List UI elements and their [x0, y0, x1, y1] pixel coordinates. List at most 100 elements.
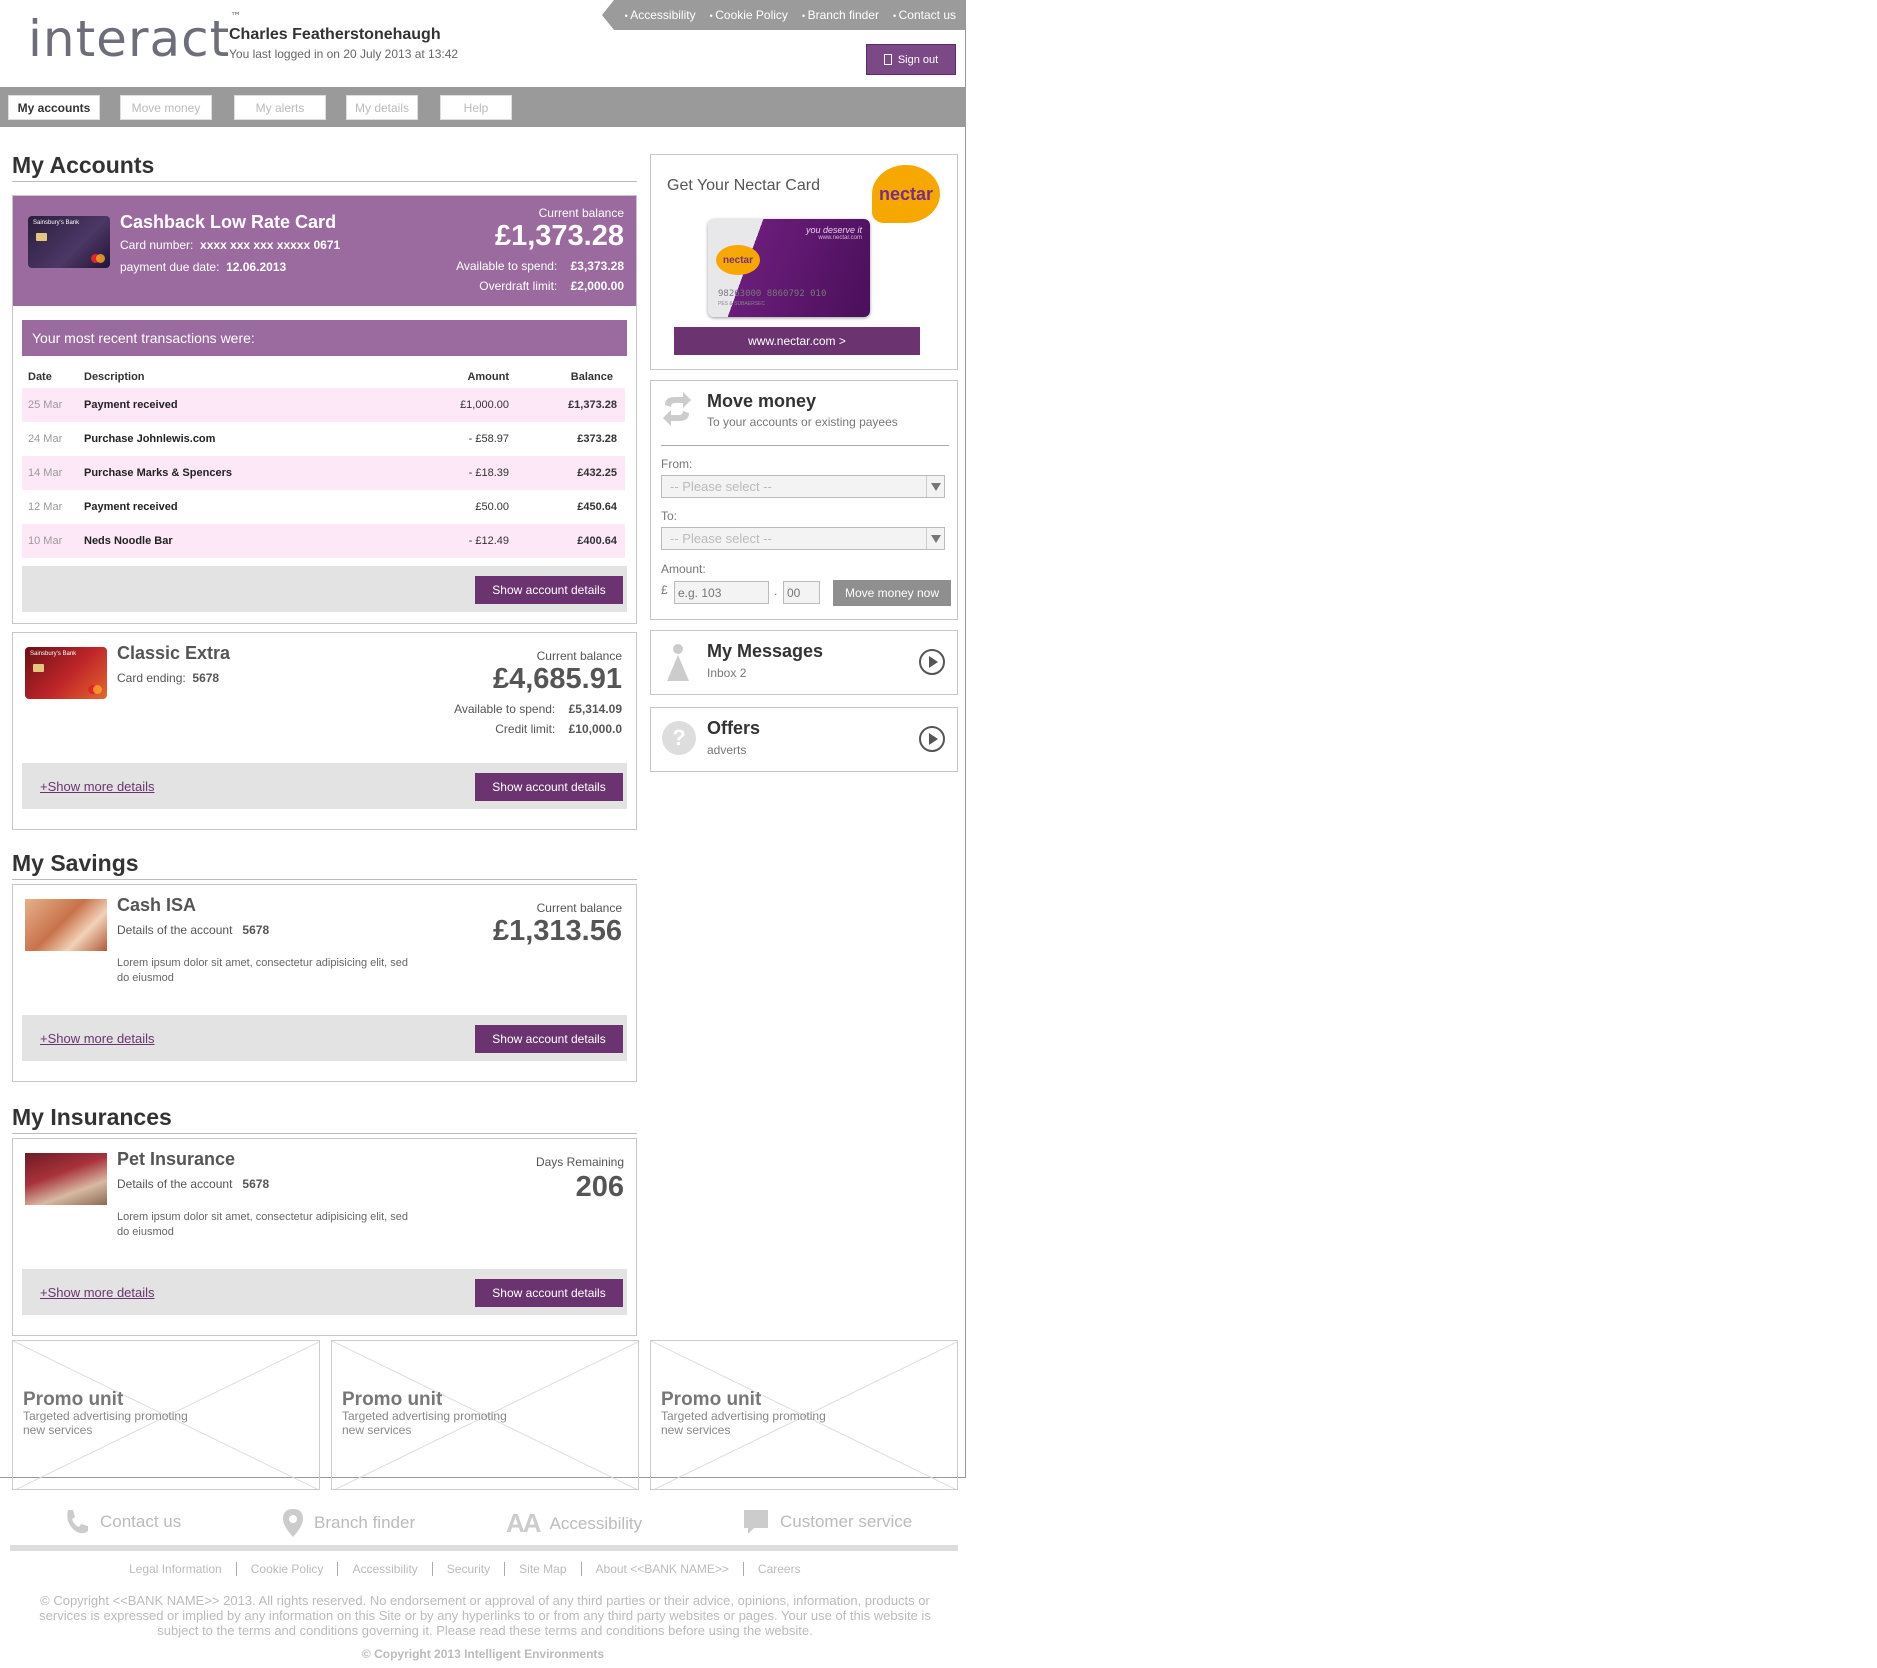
footer-link-legal[interactable]: Legal Information — [115, 1562, 237, 1576]
sign-out-button[interactable]: Sign out — [866, 44, 956, 75]
transfer-arrows-icon — [663, 392, 691, 426]
mastercard-icon — [91, 254, 105, 263]
inbox-count: Inbox 2 — [707, 666, 747, 680]
footer-copyright: © Copyright 2013 Intelligent Environment… — [361, 1647, 605, 1661]
utility-link-accessibility[interactable]: Accessibility — [625, 8, 695, 22]
footer-divider — [10, 1545, 958, 1551]
offers-panel[interactable]: ? Offers adverts — [650, 707, 958, 772]
my-messages-panel[interactable]: My Messages Inbox 2 — [650, 630, 958, 695]
divider — [12, 181, 637, 182]
phone-icon — [67, 1510, 88, 1534]
nectar-link-button[interactable]: www.nectar.com > — [674, 327, 920, 355]
offers-subtitle: adverts — [707, 743, 747, 757]
account-description: Lorem ipsum dolor sit amet, consectetur … — [117, 957, 409, 984]
footer-customer-service[interactable]: Customer service — [742, 1508, 912, 1536]
move-money-now-button[interactable]: Move money now — [833, 580, 951, 606]
tab-my-accounts[interactable]: My accounts — [8, 95, 100, 120]
tab-move-money[interactable]: Move money — [120, 95, 212, 120]
move-money-title: Move money — [707, 391, 817, 411]
days-remaining: 206 — [575, 1171, 624, 1203]
utility-link-branch-finder[interactable]: Branch finder — [802, 8, 879, 22]
account-name: Pet Insurance — [117, 1149, 236, 1169]
tab-my-alerts[interactable]: My alerts — [234, 95, 326, 120]
tab-help[interactable]: Help — [440, 95, 512, 120]
footer-link-security[interactable]: Security — [433, 1562, 506, 1576]
promo-unit[interactable]: Promo unit Targeted advertising promotin… — [12, 1340, 320, 1490]
promo-unit[interactable]: Promo unit Targeted advertising promotin… — [650, 1340, 958, 1490]
currency-symbol: £ — [661, 583, 668, 597]
footer-link-accessibility[interactable]: Accessibility — [338, 1562, 433, 1576]
my-messages-title: My Messages — [707, 641, 824, 661]
available-to-spend: Available to spend: £5,314.09 — [454, 702, 622, 716]
footer-accessibility[interactable]: AA Accessibility — [506, 1508, 642, 1539]
from-account-select[interactable]: -- Please select -- — [661, 475, 945, 498]
utility-link-cookie-policy[interactable]: Cookie Policy — [710, 8, 788, 22]
show-account-details-button[interactable]: Show account details — [475, 576, 623, 604]
footer-link-cookie-policy[interactable]: Cookie Policy — [237, 1562, 339, 1576]
table-row[interactable]: 25 Mar Payment received £1,000.00 £1,373… — [22, 388, 625, 422]
mastercard-icon — [88, 685, 102, 694]
account-name: Cash ISA — [117, 895, 197, 915]
speech-bubble-icon — [744, 1510, 768, 1534]
payment-due: payment due date: 12.06.2013 — [120, 260, 287, 274]
nectar-promo-panel: Get Your Nectar Card nectar you deserve … — [650, 154, 958, 370]
account-description: Lorem ipsum dolor sit amet, consectetur … — [117, 1211, 409, 1238]
show-more-details-link[interactable]: +Show more details — [40, 1285, 155, 1300]
my-insurances-heading: My Insurances — [12, 1104, 172, 1130]
play-icon[interactable] — [919, 726, 945, 752]
utility-link-contact-us[interactable]: Contact us — [893, 8, 956, 22]
amount-pence-input[interactable] — [783, 581, 820, 604]
savings-photo — [25, 899, 107, 951]
divider — [12, 1133, 637, 1134]
footer-links: Legal Information Cookie Policy Accessib… — [115, 1562, 815, 1576]
footer-link-site-map[interactable]: Site Map — [505, 1562, 582, 1576]
footer-branch-finder[interactable]: Branch finder — [282, 1508, 415, 1538]
main-nav: My accounts Move money My alerts My deta… — [0, 87, 966, 127]
dropdown-arrow-icon — [926, 476, 944, 497]
footer-contact-us[interactable]: Contact us — [62, 1508, 181, 1536]
nectar-card-image: you deserve it www.nectar.com nectar 982… — [708, 219, 870, 317]
utility-nav: Accessibility Cookie Policy Branch finde… — [602, 0, 966, 30]
recent-transactions-heading: Your most recent transactions were: — [22, 320, 627, 356]
to-account-select[interactable]: -- Please select -- — [661, 527, 945, 550]
interact-logo[interactable]: interact™ — [28, 10, 242, 68]
chip-icon — [33, 664, 44, 672]
footer-link-about[interactable]: About <<BANK NAME>> — [582, 1562, 744, 1576]
account-details: Details of the account 5678 — [117, 923, 270, 937]
divider — [661, 445, 949, 446]
promo-unit[interactable]: Promo unit Targeted advertising promotin… — [331, 1340, 639, 1490]
current-balance: £1,313.56 — [492, 915, 622, 947]
move-money-subtitle: To your accounts or existing payees — [707, 415, 898, 429]
table-row[interactable]: 14 Mar Purchase Marks & Spencers - £18.3… — [22, 456, 625, 490]
show-account-details-button[interactable]: Show account details — [475, 1025, 623, 1053]
show-account-details-button[interactable]: Show account details — [475, 1279, 623, 1307]
current-balance: £4,685.91 — [492, 663, 622, 695]
divider — [12, 879, 637, 880]
chip-icon — [36, 233, 47, 241]
table-row[interactable]: 10 Mar Neds Noodle Bar - £12.49 £400.64 — [22, 524, 625, 558]
offers-title: Offers — [707, 718, 761, 738]
nectar-card-logo: nectar — [716, 245, 760, 275]
table-row[interactable]: 24 Mar Purchase Johnlewis.com - £58.97 £… — [22, 422, 625, 456]
footer-link-careers[interactable]: Careers — [744, 1562, 815, 1576]
show-more-details-link[interactable]: +Show more details — [40, 1031, 155, 1046]
tab-my-details[interactable]: My details — [346, 95, 418, 120]
table-row[interactable]: 12 Mar Payment received £50.00 £450.64 — [22, 490, 625, 524]
cashback-card-image: Sainsbury's Bank — [28, 216, 110, 268]
card-name: Cashback Low Rate Card — [120, 212, 337, 232]
cash-isa-panel: Cash ISA Details of the account 5678 Lor… — [12, 884, 637, 1082]
show-more-details-link[interactable]: +Show more details — [40, 779, 155, 794]
pet-photo — [25, 1153, 107, 1205]
amount-pounds-input[interactable] — [674, 581, 769, 604]
show-account-details-button[interactable]: Show account details — [475, 773, 623, 801]
balance-label: Current balance — [538, 206, 624, 220]
current-balance: £1,373.28 — [494, 220, 624, 252]
credit-limit: Credit limit: £10,000.0 — [495, 722, 622, 736]
play-icon[interactable] — [919, 649, 945, 675]
map-pin-icon — [283, 1509, 303, 1537]
account-details: Details of the account 5678 — [117, 1177, 270, 1191]
available-to-spend: Available to spend: £3,373.28 — [456, 259, 624, 273]
balance-label: Current balance — [536, 901, 622, 915]
door-icon — [883, 54, 892, 65]
card-number: Card number: xxxx xxx xxx xxxxx 0671 — [120, 238, 341, 252]
